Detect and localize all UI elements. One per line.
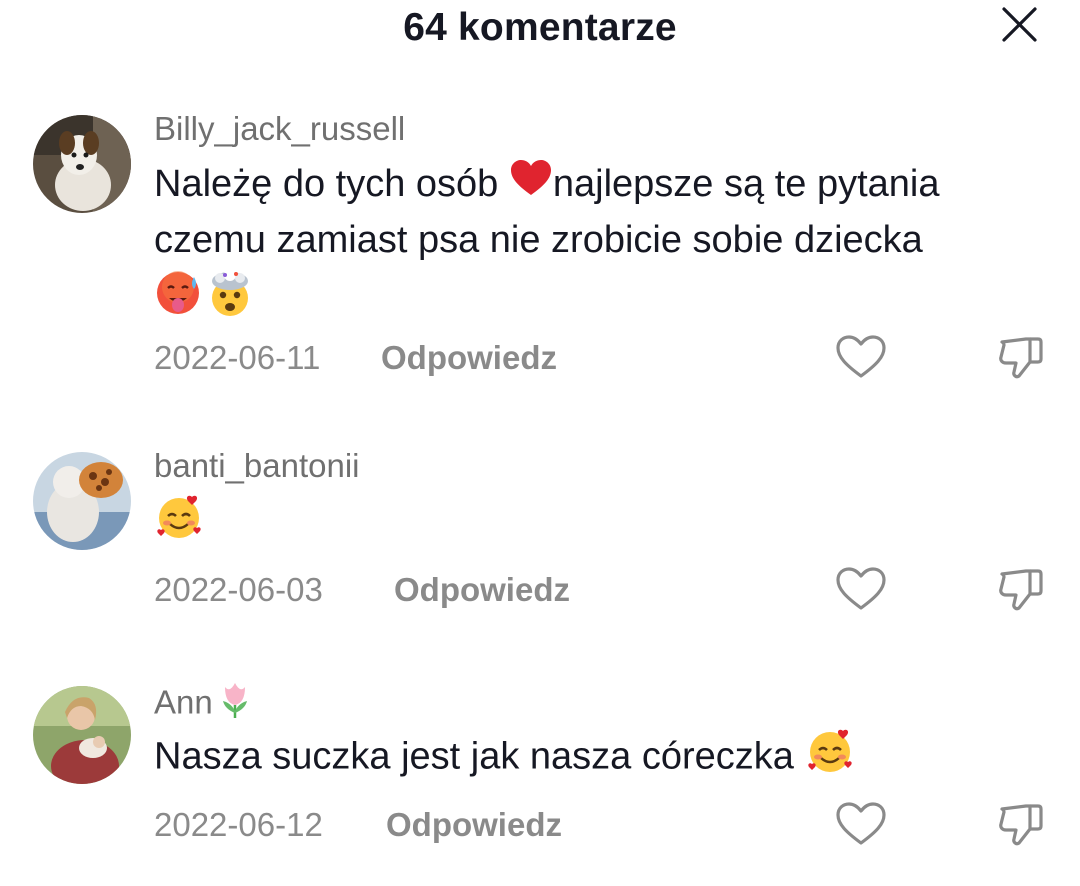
thumbs-down-icon[interactable] [994,800,1048,848]
avatar[interactable] [33,115,131,213]
thumbs-down-icon[interactable] [994,565,1048,613]
heart-icon[interactable] [834,333,888,381]
smiling-face-with-hearts-emoji [154,492,204,557]
comments-header: 64 komentarze [0,0,1080,60]
comment-text [154,492,1054,557]
comment-username[interactable]: Billy_jack_russell [154,110,405,148]
reply-button[interactable]: Odpowiedz [386,806,562,844]
close-icon[interactable] [1000,4,1040,44]
avatar[interactable] [33,686,131,784]
comment-text-line: Należę do tych osób [154,163,509,205]
hot-face-emoji [154,269,202,332]
smiling-face-with-hearts-emoji [805,726,855,791]
comment-username-text: Ann [154,683,213,721]
reply-button[interactable]: Odpowiedz [381,339,557,377]
comment-date: 2022-06-03 [154,571,323,608]
exploding-head-emoji [206,269,254,332]
heart-icon[interactable] [834,565,888,613]
comment-emoji-line [154,269,1054,332]
comment-username[interactable]: Ann [154,681,253,729]
red-heart-emoji [509,158,553,213]
comments-count-title: 64 komentarze [403,6,677,49]
comment-date: 2022-06-12 [154,806,323,843]
comment-text-line: najlepsze są te pytania [552,163,940,205]
comments-sheet: 64 komentarze Billy_jack_russell Należę … [0,0,1080,886]
comment-text: Nasza suczka jest jak nasza córeczka [154,726,1054,791]
comment-username[interactable]: banti_bantonii [154,447,360,485]
avatar[interactable] [33,452,131,550]
heart-icon[interactable] [834,800,888,848]
comment-date: 2022-06-11 [154,339,321,376]
comment-text-line: Nasza suczka jest jak nasza córeczka [154,735,805,778]
thumbs-down-icon[interactable] [994,333,1048,381]
reply-button[interactable]: Odpowiedz [394,571,570,609]
comment-text: Należę do tych osób najlepsze są te pyta… [154,157,1054,332]
comment-text-line: czemu zamiast psa nie zrobicie sobie dzi… [154,219,923,262]
tulip-emoji [217,679,253,727]
